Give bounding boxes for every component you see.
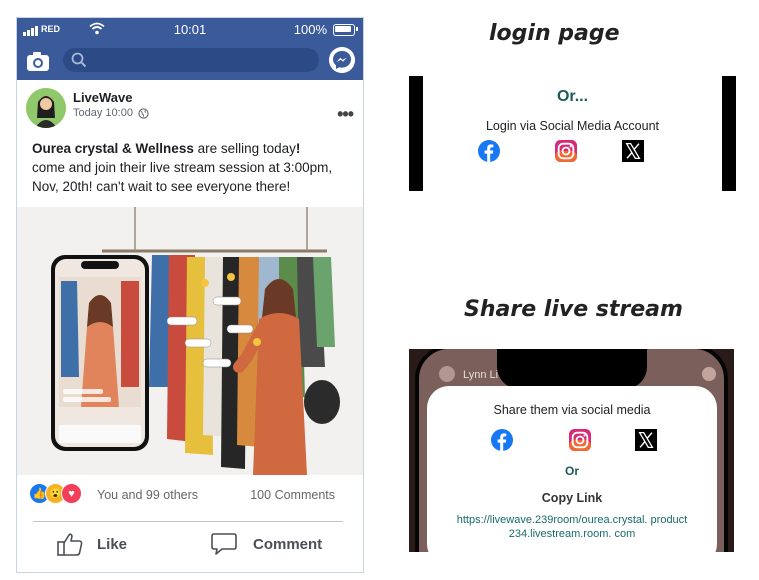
search-bar[interactable] [63,48,319,72]
x-icon[interactable] [622,140,644,162]
share-heading: Share live stream [464,297,683,322]
messenger-icon[interactable] [329,47,355,73]
like-label: Like [97,535,128,553]
reactions-row: 👍 😮 ♥ You and 99 others 100 Comments [17,475,363,522]
status-bar: RED 10:01 100% [17,18,363,42]
post-actions: Like Comment [17,518,363,572]
live-stream-illustration [17,207,363,475]
camera-icon[interactable] [25,48,51,74]
post-image[interactable] [17,207,363,475]
search-icon [71,52,87,68]
post-exclamation: ! [295,141,301,156]
share-social-label: Share them via social media [493,403,651,417]
post-brand: Ourea crystal & Wellness [32,141,194,156]
post-meta: Today 10:00 [73,107,149,119]
comments-count[interactable]: 100 Comments [250,488,335,502]
post-header: LiveWave Today 10:00 ••• [17,80,363,135]
comment-label: Comment [253,535,323,553]
comment-icon [211,533,237,555]
x-icon[interactable] [635,429,657,451]
reaction-icons[interactable]: 👍 😮 ♥ [29,483,82,504]
or-label: Or [564,464,579,478]
love-reaction-icon: ♥ [61,483,82,504]
reactions-count[interactable]: You and 99 others [97,488,198,502]
share-card: Share them via social media Or Copy Link… [427,386,717,552]
comment-button[interactable]: Comment [211,532,322,556]
share-link-line-2: 234.livestream.room. com [508,528,636,540]
post-time: Today 10:00 [73,107,133,119]
copy-link-button[interactable]: Copy Link [427,491,717,505]
instagram-icon[interactable] [555,140,577,162]
search-input[interactable] [93,51,307,71]
post-text-1: are selling today [193,141,296,156]
more-options-icon[interactable]: ••• [337,104,354,125]
phone-notch [497,349,647,389]
login-social-label: Login via Social Media Account [485,119,660,133]
share-panel: Lynn Li Share them via social media Or C… [409,349,734,552]
battery-percent: 100% [293,22,327,37]
profile-name: Lynn Li [463,369,499,381]
share-link[interactable]: https://livewave.239room/ourea.crystal. … [447,513,697,541]
avatar[interactable] [26,88,66,128]
battery-icon [333,24,358,36]
status-dot [702,367,716,381]
app-header [17,42,363,80]
like-button[interactable]: Like [57,532,127,556]
post-author[interactable]: LiveWave [73,90,133,105]
facebook-icon[interactable] [478,140,500,162]
share-link-line-1: https://livewave.239room/ourea.crystal. … [456,514,688,526]
post-text-2: come and join their live stream session … [32,160,333,194]
login-panel: Or... Login via Social Media Account [409,76,736,191]
avatar-illustration [26,88,66,128]
profile-avatar [439,366,455,382]
facebook-icon[interactable] [491,429,513,451]
or-label: Or... [556,88,589,105]
login-heading: login page [489,21,620,46]
thumbs-up-icon [57,533,83,556]
instagram-icon[interactable] [569,429,591,451]
post-text: Ourea crystal & Wellness are selling tod… [17,135,363,197]
phone-feed: RED 10:01 100% LiveWave Today 10:00 ••• … [16,17,364,573]
globe-icon [138,107,149,119]
